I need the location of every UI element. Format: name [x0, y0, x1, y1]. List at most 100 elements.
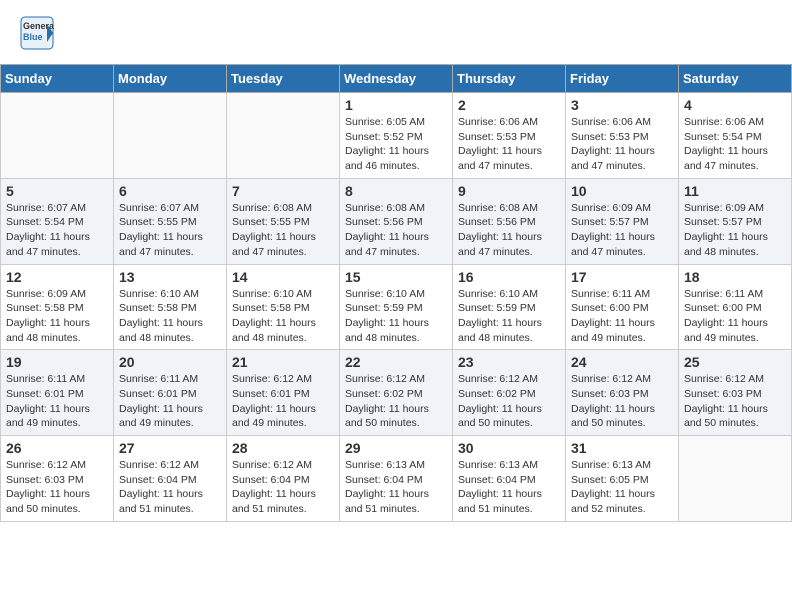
day-number: 13 [119, 269, 221, 285]
day-of-week-header: Tuesday [227, 65, 340, 93]
day-number: 27 [119, 440, 221, 456]
day-info: Sunrise: 6:06 AMSunset: 5:54 PMDaylight:… [684, 115, 786, 174]
calendar-day-cell: 25 Sunrise: 6:12 AMSunset: 6:03 PMDayligh… [679, 350, 792, 436]
calendar-day-cell: 10Sunrise: 6:09 AMSunset: 5:57 PMDayligh… [566, 178, 679, 264]
calendar-day-cell: 20 Sunrise: 6:11 AMSunset: 6:01 PMDayligh… [114, 350, 227, 436]
day-info: Sunrise: 6:10 AMSunset: 5:59 PMDaylight:… [345, 287, 447, 346]
calendar-week-row: 12Sunrise: 6:09 AMSunset: 5:58 PMDayligh… [1, 264, 792, 350]
calendar-day-cell: 29 Sunrise: 6:13 AMSunset: 6:04 PMDayligh… [340, 436, 453, 522]
calendar-day-cell: 6Sunrise: 6:07 AMSunset: 5:55 PMDaylight… [114, 178, 227, 264]
calendar-day-cell [227, 93, 340, 179]
day-info: Sunrise: 6:11 AMSunset: 6:00 PMDaylight:… [571, 287, 673, 346]
day-info: Sunrise: 6:12 AMSunset: 6:03 PMDaylight:… [571, 372, 673, 431]
day-info: Sunrise: 6:13 AMSunset: 6:05 PMDaylight:… [571, 458, 673, 517]
day-of-week-header: Friday [566, 65, 679, 93]
day-number: 3 [571, 97, 673, 113]
calendar-day-cell: 17 Sunrise: 6:11 AMSunset: 6:00 PMDayligh… [566, 264, 679, 350]
day-number: 16 [458, 269, 560, 285]
calendar-day-cell: 28Sunrise: 6:12 AMSunset: 6:04 PMDayligh… [227, 436, 340, 522]
calendar-day-cell: 27 Sunrise: 6:12 AMSunset: 6:04 PMDayligh… [114, 436, 227, 522]
day-of-week-header: Saturday [679, 65, 792, 93]
day-info: Sunrise: 6:06 AMSunset: 5:53 PMDaylight:… [571, 115, 673, 174]
calendar-day-cell: 13 Sunrise: 6:10 AMSunset: 5:58 PMDayligh… [114, 264, 227, 350]
day-info: Sunrise: 6:12 AMSunset: 6:02 PMDaylight:… [458, 372, 560, 431]
calendar-day-cell: 16 Sunrise: 6:10 AMSunset: 5:59 PMDayligh… [453, 264, 566, 350]
calendar-day-cell: 4 Sunrise: 6:06 AMSunset: 5:54 PMDaylight… [679, 93, 792, 179]
calendar-week-row: 5Sunrise: 6:07 AMSunset: 5:54 PMDaylight… [1, 178, 792, 264]
day-number: 23 [458, 354, 560, 370]
day-info: Sunrise: 6:08 AMSunset: 5:56 PMDaylight:… [345, 201, 447, 260]
calendar-day-cell: 19 Sunrise: 6:11 AMSunset: 6:01 PMDayligh… [1, 350, 114, 436]
calendar-day-cell [1, 93, 114, 179]
day-number: 25 [684, 354, 786, 370]
day-info: Sunrise: 6:11 AMSunset: 6:00 PMDaylight:… [684, 287, 786, 346]
day-info: Sunrise: 6:08 AMSunset: 5:55 PMDaylight:… [232, 201, 334, 260]
calendar-day-cell: 18 Sunrise: 6:11 AMSunset: 6:00 PMDayligh… [679, 264, 792, 350]
day-number: 19 [6, 354, 108, 370]
day-info: Sunrise: 6:12 AMSunset: 6:03 PMDaylight:… [6, 458, 108, 517]
calendar-day-cell: 15 Sunrise: 6:10 AMSunset: 5:59 PMDayligh… [340, 264, 453, 350]
day-number: 7 [232, 183, 334, 199]
day-number: 4 [684, 97, 786, 113]
calendar-day-cell: 24 Sunrise: 6:12 AMSunset: 6:03 PMDayligh… [566, 350, 679, 436]
day-info: Sunrise: 6:12 AMSunset: 6:02 PMDaylight:… [345, 372, 447, 431]
calendar-week-row: 19 Sunrise: 6:11 AMSunset: 6:01 PMDayligh… [1, 350, 792, 436]
day-number: 24 [571, 354, 673, 370]
subtitle [0, 54, 792, 64]
day-number: 29 [345, 440, 447, 456]
day-number: 2 [458, 97, 560, 113]
day-info: Sunrise: 6:11 AMSunset: 6:01 PMDaylight:… [119, 372, 221, 431]
day-number: 12 [6, 269, 108, 285]
calendar-day-cell: 2 Sunrise: 6:06 AMSunset: 5:53 PMDaylight… [453, 93, 566, 179]
calendar-week-row: 26 Sunrise: 6:12 AMSunset: 6:03 PMDayligh… [1, 436, 792, 522]
day-info: Sunrise: 6:12 AMSunset: 6:01 PMDaylight:… [232, 372, 334, 431]
calendar-day-cell [679, 436, 792, 522]
day-info: Sunrise: 6:10 AMSunset: 5:58 PMDaylight:… [232, 287, 334, 346]
day-number: 9 [458, 183, 560, 199]
day-info: Sunrise: 6:12 AMSunset: 6:03 PMDaylight:… [684, 372, 786, 431]
calendar-day-cell: 14 Sunrise: 6:10 AMSunset: 5:58 PMDayligh… [227, 264, 340, 350]
calendar-day-cell: 22Sunrise: 6:12 AMSunset: 6:02 PMDayligh… [340, 350, 453, 436]
day-of-week-header: Wednesday [340, 65, 453, 93]
day-number: 8 [345, 183, 447, 199]
calendar-day-cell: 3 Sunrise: 6:06 AMSunset: 5:53 PMDaylight… [566, 93, 679, 179]
day-info: Sunrise: 6:10 AMSunset: 5:58 PMDaylight:… [119, 287, 221, 346]
day-info: Sunrise: 6:06 AMSunset: 5:53 PMDaylight:… [458, 115, 560, 174]
calendar-day-cell: 30 Sunrise: 6:13 AMSunset: 6:04 PMDayligh… [453, 436, 566, 522]
day-of-week-header: Thursday [453, 65, 566, 93]
day-number: 17 [571, 269, 673, 285]
day-number: 20 [119, 354, 221, 370]
day-info: Sunrise: 6:10 AMSunset: 5:59 PMDaylight:… [458, 287, 560, 346]
day-info: Sunrise: 6:07 AMSunset: 5:55 PMDaylight:… [119, 201, 221, 260]
day-number: 18 [684, 269, 786, 285]
day-info: Sunrise: 6:08 AMSunset: 5:56 PMDaylight:… [458, 201, 560, 260]
day-number: 28 [232, 440, 334, 456]
day-number: 30 [458, 440, 560, 456]
calendar-day-cell [114, 93, 227, 179]
calendar-day-cell: 23 Sunrise: 6:12 AMSunset: 6:02 PMDayligh… [453, 350, 566, 436]
day-number: 15 [345, 269, 447, 285]
day-number: 21 [232, 354, 334, 370]
calendar: SundayMondayTuesdayWednesdayThursdayFrid… [0, 64, 792, 522]
day-info: Sunrise: 6:13 AMSunset: 6:04 PMDaylight:… [345, 458, 447, 517]
calendar-day-cell: 26 Sunrise: 6:12 AMSunset: 6:03 PMDayligh… [1, 436, 114, 522]
logo-svg: General Blue [20, 16, 54, 50]
day-info: Sunrise: 6:12 AMSunset: 6:04 PMDaylight:… [119, 458, 221, 517]
calendar-day-cell: 5Sunrise: 6:07 AMSunset: 5:54 PMDaylight… [1, 178, 114, 264]
day-number: 1 [345, 97, 447, 113]
calendar-day-cell: 7 Sunrise: 6:08 AMSunset: 5:55 PMDaylight… [227, 178, 340, 264]
day-number: 14 [232, 269, 334, 285]
svg-text:Blue: Blue [23, 32, 43, 42]
calendar-day-cell: 31Sunrise: 6:13 AMSunset: 6:05 PMDayligh… [566, 436, 679, 522]
calendar-day-cell: 11Sunrise: 6:09 AMSunset: 5:57 PMDayligh… [679, 178, 792, 264]
day-info: Sunrise: 6:09 AMSunset: 5:57 PMDaylight:… [571, 201, 673, 260]
day-info: Sunrise: 6:13 AMSunset: 6:04 PMDaylight:… [458, 458, 560, 517]
calendar-week-row: 1 Sunrise: 6:05 AMSunset: 5:52 PMDaylight… [1, 93, 792, 179]
calendar-header-row: SundayMondayTuesdayWednesdayThursdayFrid… [1, 65, 792, 93]
day-number: 26 [6, 440, 108, 456]
day-info: Sunrise: 6:05 AMSunset: 5:52 PMDaylight:… [345, 115, 447, 174]
day-number: 11 [684, 183, 786, 199]
header: General Blue [0, 0, 792, 54]
day-info: Sunrise: 6:11 AMSunset: 6:01 PMDaylight:… [6, 372, 108, 431]
day-number: 5 [6, 183, 108, 199]
